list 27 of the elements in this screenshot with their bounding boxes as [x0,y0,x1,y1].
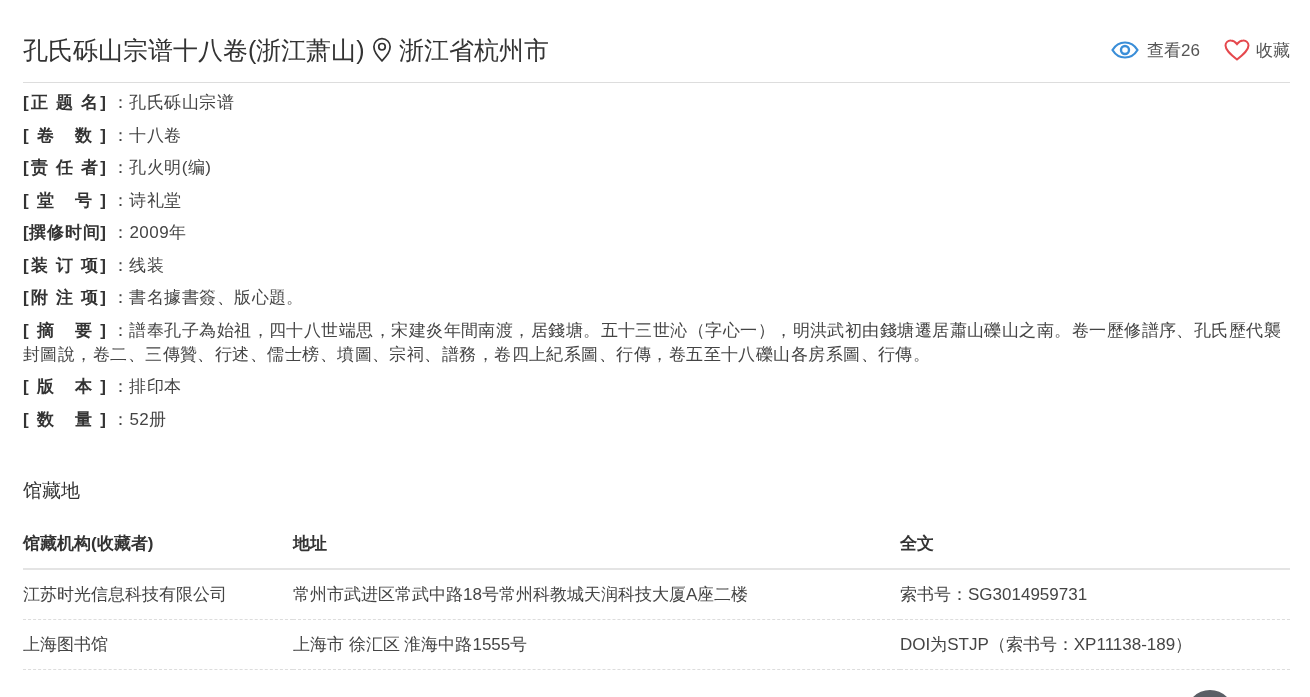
table-cell: 上海图书馆 [23,619,293,669]
metadata-field: [正 题 名] ：孔氏砾山宗谱 [23,91,1290,115]
section-title: 馆藏地 [23,478,81,503]
metadata-field: [责 任 者] ：孔火明(编) [23,156,1290,180]
favorite-button[interactable]: 收藏 [1224,38,1290,62]
column-header: 全文 [900,519,1290,569]
view-count: 查看26 [1147,39,1200,62]
metadata-field: [数 量] ：52册 [23,407,1290,432]
metadata-field: [摘 要] ：譜奉孔子為始祖，四十八世端思，宋建炎年間南渡，居錢塘。五十三世沁（字心一），明洪武初由錢塘遷居蕭山礫山之南。卷一歷修譜序、孔氏歷代襲封圖說，卷二、三傳贊、行述、儒士榜、墳圖、宗祠、譜務，卷四上紀系圖、行傳，卷五至十八礫山各房系圖、行傳。 [23,318,1290,367]
location-pin-icon [370,37,393,63]
table-cell: DOI为STJP（索书号：XP11138-189） [900,619,1290,669]
eye-icon [1111,41,1140,59]
table-cell: 江苏时光信息科技有限公司 [23,568,293,619]
table-cell: 上海市 徐汇区 淮海中路1555号 [293,619,900,669]
table-cell: 常州市武进区常武中路18号常州科教城天润科技大厦A座二楼 [293,568,900,619]
metadata-field: [装 订 项] ：线装 [23,253,1290,278]
location-text: 浙江省杭州市 [398,35,549,65]
metadata-field: [卷 数] ：十八卷 [23,123,1290,148]
metadata-field: [堂 号] ：诗礼堂 [23,188,1290,213]
table-cell: 索书号：SG3014959731 [900,568,1290,619]
metadata-field: [附 注 项] ：書名據書簽、版心題。 [23,286,1290,310]
column-header: 地址 [293,519,900,569]
heart-icon [1224,39,1250,61]
metadata-field: [版 本] ：排印本 [23,375,1290,399]
metadata-field: [撰修时间] ：2009年 [23,221,1290,245]
column-header: 馆藏机构(收藏者) [23,519,293,569]
page-title: 孔氏砾山宗谱十八卷(浙江萧山) [23,35,365,65]
